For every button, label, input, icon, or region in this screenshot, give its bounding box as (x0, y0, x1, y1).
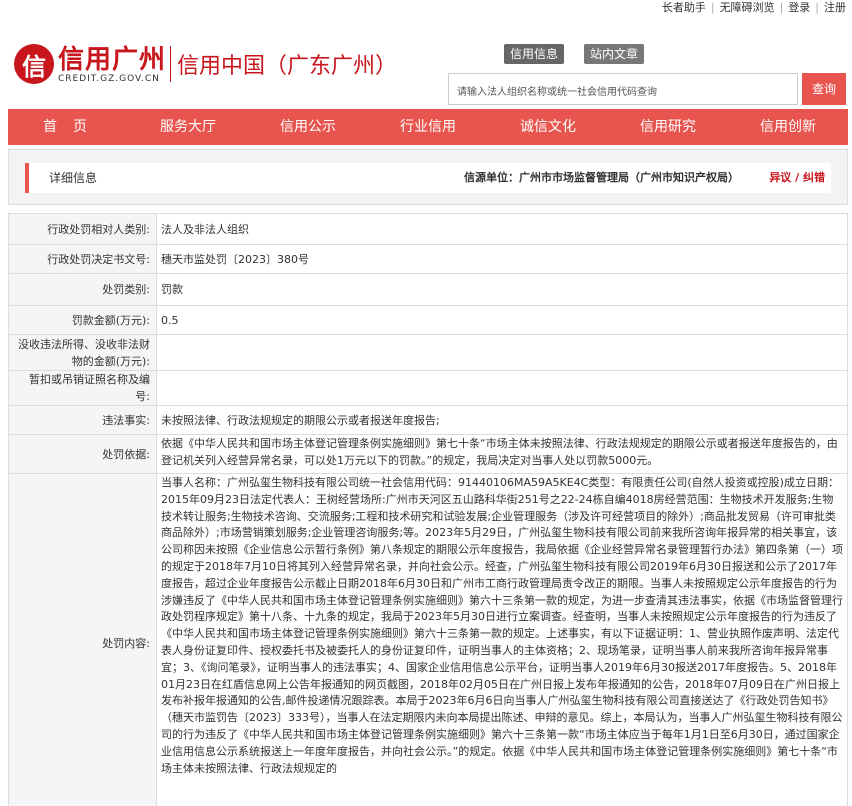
row-value (156, 334, 848, 371)
search-input[interactable]: 请输入法人组织名称或统一社会信用代码查询 (448, 73, 798, 105)
logo-name: 信用广州 (58, 44, 167, 75)
table-row: 没收违法所得、没收非法财物的金额(万元): (8, 334, 848, 371)
nav-service-hall[interactable]: 服务大厅 (128, 109, 248, 145)
register-link[interactable]: 注册 (824, 0, 846, 16)
site-header: 信 信用广州 CREDIT.GZ.GOV.CN 信用中国（广东广州） 信用信息 … (0, 18, 852, 108)
objection-link[interactable]: 异议 / 纠错 (769, 163, 825, 193)
row-value: 依据《中华人民共和国市场主体登记管理条例实施细则》第七十条“市场主体未按照法律、… (156, 434, 848, 474)
logo-mark-icon: 信 (14, 44, 54, 84)
nav-credit-publicity[interactable]: 信用公示 (248, 109, 368, 145)
tab-site-articles[interactable]: 站内文章 (584, 44, 645, 64)
main-nav: 首页 服务大厅 信用公示 行业信用 诚信文化 信用研究 信用创新 (8, 109, 848, 145)
table-row: 罚款金额(万元): 0.5 (8, 305, 848, 335)
table-row: 处罚类别: 罚款 (8, 273, 848, 306)
logo-domain: CREDIT.GZ.GOV.CN (58, 73, 160, 84)
table-row: 处罚依据: 依据《中华人民共和国市场主体登记管理条例实施细则》第七十条“市场主体… (8, 434, 848, 474)
logo-divider (170, 46, 172, 82)
panel-title: 详细信息 (49, 171, 98, 185)
row-label: 处罚类别: (8, 273, 157, 306)
table-row: 行政处罚相对人类别: 法人及非法人组织 (8, 213, 848, 245)
table-row: 处罚内容: 当事人名称：广州弘玺生物科技有限公司统一社会信用代码：9144010… (8, 473, 848, 806)
row-value (156, 370, 848, 406)
row-value: 法人及非法人组织 (156, 213, 848, 245)
nav-industry-credit[interactable]: 行业信用 (368, 109, 488, 145)
detail-table: 行政处罚相对人类别: 法人及非法人组织 行政处罚决定书文号: 穗天市监处罚〔20… (8, 213, 848, 806)
row-label: 暂扣或吊销证照名称及编号: (8, 370, 157, 406)
row-label: 行政处罚决定书文号: (8, 244, 157, 274)
nav-credit-innovation[interactable]: 信用创新 (728, 109, 848, 145)
row-value: 当事人名称：广州弘玺生物科技有限公司统一社会信用代码：91440106MA59A… (156, 473, 848, 806)
top-bar: 长者助手 | 无障碍浏览 | 登录 | 注册 (0, 0, 852, 18)
login-link[interactable]: 登录 (788, 0, 810, 16)
logo-subtitle: 信用中国（广东广州） (177, 54, 398, 79)
nav-integrity-culture[interactable]: 诚信文化 (488, 109, 608, 145)
nav-credit-research[interactable]: 信用研究 (608, 109, 728, 145)
row-label: 行政处罚相对人类别: (8, 213, 157, 245)
row-value: 未按照法律、行政法规规定的期限公示或者报送年度报告; (156, 405, 848, 435)
elder-assistant-link[interactable]: 长者助手 (662, 0, 706, 16)
row-value: 穗天市监处罚〔2023〕380号 (156, 244, 848, 274)
source-unit: 信源单位：广州市市场监督管理局（广州市知识产权局） (464, 171, 739, 184)
detail-panel-header: 详细信息 信源单位：广州市市场监督管理局（广州市知识产权局） 异议 / 纠错 (8, 149, 848, 205)
search-tabs: 信用信息 站内文章 (504, 44, 664, 64)
row-label: 处罚内容: (8, 473, 157, 806)
row-value: 罚款 (156, 273, 848, 306)
row-label: 处罚依据: (8, 434, 157, 474)
site-logo[interactable]: 信 信用广州 CREDIT.GZ.GOV.CN 信用中国（广东广州） (14, 44, 397, 84)
table-row: 违法事实: 未按照法律、行政法规规定的期限公示或者报送年度报告; (8, 405, 848, 435)
search-button[interactable]: 查询 (802, 73, 846, 105)
row-value: 0.5 (156, 305, 848, 335)
top-links: 长者助手 | 无障碍浏览 | 登录 | 注册 (661, 0, 846, 16)
row-label: 违法事实: (8, 405, 157, 435)
table-row: 暂扣或吊销证照名称及编号: (8, 370, 848, 406)
row-label: 没收违法所得、没收非法财物的金额(万元): (8, 334, 157, 371)
nav-home[interactable]: 首页 (8, 109, 128, 145)
tab-credit-info[interactable]: 信用信息 (504, 44, 565, 64)
row-label: 罚款金额(万元): (8, 305, 157, 335)
accessibility-link[interactable]: 无障碍浏览 (720, 0, 775, 16)
table-row: 行政处罚决定书文号: 穗天市监处罚〔2023〕380号 (8, 244, 848, 274)
